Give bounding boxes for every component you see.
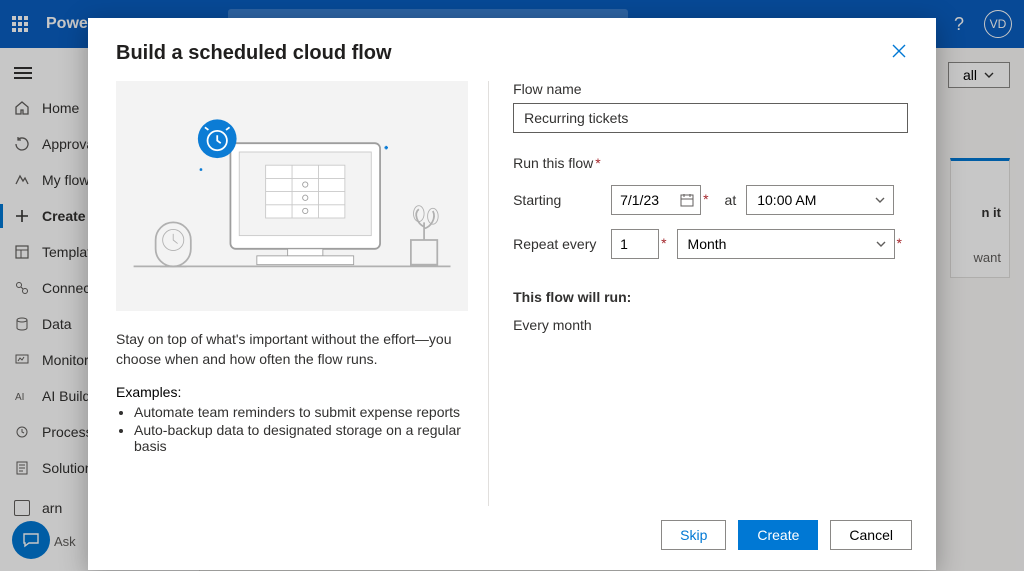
example-item: Automate team reminders to submit expens… <box>134 404 468 420</box>
dialog-title: Build a scheduled cloud flow <box>116 42 392 65</box>
flow-name-label: Flow name <box>513 81 908 97</box>
create-button[interactable]: Create <box>738 520 818 550</box>
required-mark: * <box>661 229 666 251</box>
scheduled-flow-dialog: Build a scheduled cloud flow <box>88 18 936 570</box>
repeat-unit-select[interactable] <box>677 229 895 259</box>
starting-time-select[interactable] <box>746 185 894 215</box>
examples-list: Automate team reminders to submit expens… <box>134 404 468 454</box>
at-label: at <box>725 192 737 208</box>
close-icon <box>890 42 908 60</box>
flow-name-input[interactable] <box>513 103 908 133</box>
required-mark: * <box>897 229 902 251</box>
run-summary-text: Every month <box>513 317 908 333</box>
run-this-flow-label: Run this flow* <box>513 155 908 171</box>
cancel-button[interactable]: Cancel <box>830 520 912 550</box>
dialog-description: Stay on top of what's important without … <box>116 329 468 370</box>
repeat-count-input[interactable] <box>611 229 659 259</box>
starting-label: Starting <box>513 192 611 208</box>
skip-button[interactable]: Skip <box>661 520 726 550</box>
example-item: Auto-backup data to designated storage o… <box>134 422 468 454</box>
run-summary-heading: This flow will run: <box>513 289 908 305</box>
illustration <box>116 81 468 311</box>
calendar-icon[interactable] <box>679 192 695 208</box>
examples-heading: Examples: <box>116 384 468 400</box>
required-mark: * <box>703 185 708 207</box>
close-button[interactable] <box>890 42 908 65</box>
repeat-label: Repeat every <box>513 236 611 252</box>
